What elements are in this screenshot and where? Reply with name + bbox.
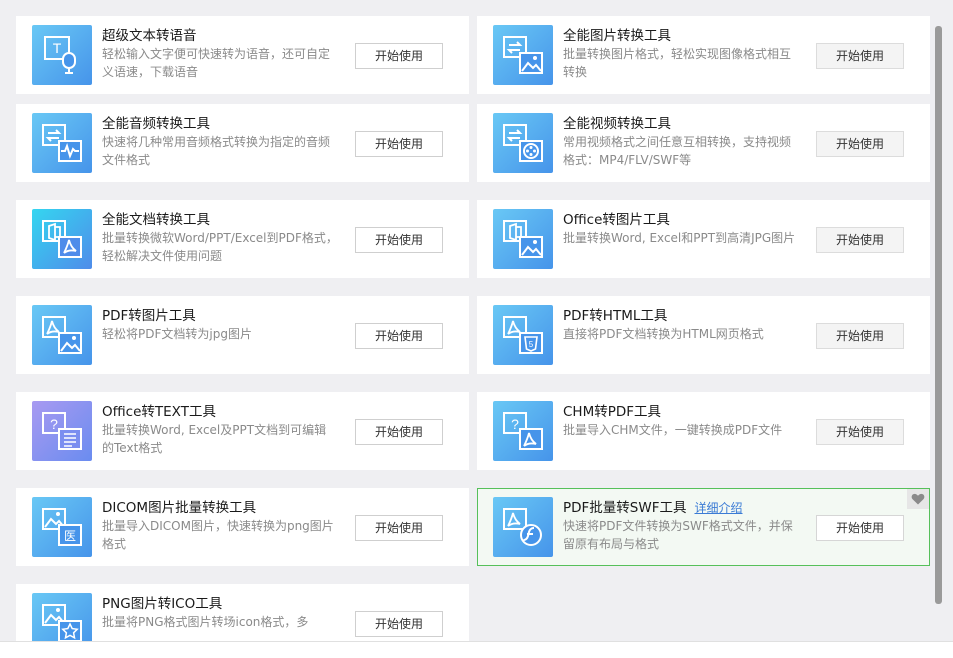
svg-text:医: 医 bbox=[64, 529, 76, 543]
start-button[interactable]: 开始使用 bbox=[816, 227, 904, 253]
tool-description: 快速将几种常用音频格式转换为指定的音频文件格式 bbox=[102, 135, 331, 167]
tool-description: 批量导入CHM文件，一键转换成PDF文件 bbox=[563, 423, 783, 437]
tool-card-document-convert[interactable]: 全能文档转换工具 批量转换微软Word/PPT/Excel到PDF格式，轻松解决… bbox=[16, 200, 469, 278]
tool-card-image-convert[interactable]: 全能图片转换工具 批量转换图片格式，轻松实现图像格式相互转换 开始使用 bbox=[477, 16, 930, 94]
tool-title: 超级文本转语音 bbox=[102, 28, 197, 44]
heart-icon bbox=[911, 493, 925, 505]
favorite-button[interactable] bbox=[907, 489, 929, 509]
start-button[interactable]: 开始使用 bbox=[355, 43, 443, 69]
start-button[interactable]: 开始使用 bbox=[355, 611, 443, 637]
document-convert-icon bbox=[32, 209, 92, 269]
start-button[interactable]: 开始使用 bbox=[355, 227, 443, 253]
tool-title: PDF批量转SWF工具 详细介绍 bbox=[563, 496, 743, 516]
tool-title: 全能图片转换工具 bbox=[563, 28, 671, 44]
svg-text:?: ? bbox=[511, 416, 519, 432]
video-convert-icon bbox=[493, 113, 553, 173]
start-button[interactable]: 开始使用 bbox=[355, 515, 443, 541]
pdf-to-html-icon: 5 bbox=[493, 305, 553, 365]
tool-title: PNG图片转ICO工具 bbox=[102, 596, 223, 612]
tool-grid: T 超级文本转语音 轻松输入文字便可快速转为语音，还可自定义语速，下载语音 开始… bbox=[0, 0, 953, 641]
tool-card-dicom-convert[interactable]: 医 DICOM图片批量转换工具 批量导入DICOM图片，快速转换为png图片格式… bbox=[16, 488, 469, 566]
start-button[interactable]: 开始使用 bbox=[355, 419, 443, 445]
tool-description: 批量转换Word, Excel及PPT文档到可编辑的Text格式 bbox=[102, 423, 327, 455]
tool-list-viewport: T 超级文本转语音 轻松输入文字便可快速转为语音，还可自定义语速，下载语音 开始… bbox=[0, 0, 953, 641]
bottom-edge bbox=[0, 641, 953, 658]
chm-to-pdf-icon: ? bbox=[493, 401, 553, 461]
tool-description: 轻松将PDF文档转为jpg图片 bbox=[102, 327, 252, 341]
svg-text:?: ? bbox=[50, 416, 58, 432]
office-to-image-icon bbox=[493, 209, 553, 269]
tool-description: 常用视频格式之间任意互相转换，支持视频格式：MP4/FLV/SWF等 bbox=[563, 135, 792, 167]
tool-card-chm-to-pdf[interactable]: ? CHM转PDF工具 批量导入CHM文件，一键转换成PDF文件 开始使用 bbox=[477, 392, 930, 470]
text-to-speech-icon: T bbox=[32, 25, 92, 85]
tool-title: 全能音频转换工具 bbox=[102, 116, 210, 132]
office-to-text-icon: ? bbox=[32, 401, 92, 461]
detail-link[interactable]: 详细介绍 bbox=[694, 501, 742, 515]
dicom-convert-icon: 医 bbox=[32, 497, 92, 557]
tool-title: PDF转HTML工具 bbox=[563, 308, 668, 324]
tool-card-office-to-image[interactable]: Office转图片工具 批量转换Word, Excel和PPT到高清JPG图片 … bbox=[477, 200, 930, 278]
svg-text:5: 5 bbox=[529, 340, 534, 349]
audio-convert-icon bbox=[32, 113, 92, 173]
start-button[interactable]: 开始使用 bbox=[816, 323, 904, 349]
tool-title: Office转图片工具 bbox=[563, 212, 670, 228]
tool-title: CHM转PDF工具 bbox=[563, 404, 662, 420]
tool-title: Office转TEXT工具 bbox=[102, 404, 216, 420]
image-convert-icon bbox=[493, 25, 553, 85]
start-button[interactable]: 开始使用 bbox=[355, 131, 443, 157]
tool-description: 批量导入DICOM图片，快速转换为png图片格式 bbox=[102, 519, 334, 551]
tool-description: 轻松输入文字便可快速转为语音，还可自定义语速，下载语音 bbox=[102, 47, 331, 79]
tool-card-pdf-to-swf[interactable]: PDF批量转SWF工具 详细介绍 快速将PDF文件转换为SWF格式文件，并保留原有… bbox=[477, 488, 930, 566]
pdf-to-image-icon bbox=[32, 305, 92, 365]
vertical-scrollbar[interactable] bbox=[935, 26, 942, 604]
tool-card-pdf-to-image[interactable]: PDF转图片工具 轻松将PDF文档转为jpg图片 开始使用 bbox=[16, 296, 469, 374]
start-button[interactable]: 开始使用 bbox=[355, 323, 443, 349]
tool-title: DICOM图片批量转换工具 bbox=[102, 500, 257, 516]
tool-title-text: PDF批量转SWF工具 bbox=[563, 500, 687, 516]
start-button[interactable]: 开始使用 bbox=[816, 131, 904, 157]
svg-text:T: T bbox=[53, 40, 62, 56]
start-button[interactable]: 开始使用 bbox=[816, 43, 904, 69]
tool-title: 全能文档转换工具 bbox=[102, 212, 210, 228]
tool-description: 批量将PNG格式图片转场icon格式，多 bbox=[102, 615, 309, 629]
tool-card-png-to-ico[interactable]: PNG图片转ICO工具 批量将PNG格式图片转场icon格式，多 开始使用 bbox=[16, 584, 469, 641]
tool-description: 快速将PDF文件转换为SWF格式文件，并保留原有布局与格式 bbox=[563, 519, 793, 551]
tool-card-office-to-text[interactable]: ? Office转TEXT工具 批量转换Word, Excel及PPT文档到可编… bbox=[16, 392, 469, 470]
tool-card-pdf-to-html[interactable]: 5 PDF转HTML工具 直接将PDF文档转换为HTML网页格式 开始使用 bbox=[477, 296, 930, 374]
start-button[interactable]: 开始使用 bbox=[816, 515, 904, 541]
tool-description: 批量转换图片格式，轻松实现图像格式相互转换 bbox=[563, 47, 792, 79]
tool-title: 全能视频转换工具 bbox=[563, 116, 671, 132]
pdf-to-swf-icon bbox=[493, 497, 553, 557]
png-to-ico-icon bbox=[32, 593, 92, 641]
tool-card-video-convert[interactable]: 全能视频转换工具 常用视频格式之间任意互相转换，支持视频格式：MP4/FLV/S… bbox=[477, 104, 930, 182]
tool-description: 批量转换微软Word/PPT/Excel到PDF格式，轻松解决文件使用问题 bbox=[102, 231, 338, 263]
tool-title: PDF转图片工具 bbox=[102, 308, 196, 324]
tool-card-audio-convert[interactable]: 全能音频转换工具 快速将几种常用音频格式转换为指定的音频文件格式 开始使用 bbox=[16, 104, 469, 182]
tool-description: 批量转换Word, Excel和PPT到高清JPG图片 bbox=[563, 231, 796, 245]
start-button[interactable]: 开始使用 bbox=[816, 419, 904, 445]
tool-card-text-to-speech[interactable]: T 超级文本转语音 轻松输入文字便可快速转为语音，还可自定义语速，下载语音 开始… bbox=[16, 16, 469, 94]
tool-description: 直接将PDF文档转换为HTML网页格式 bbox=[563, 327, 764, 341]
